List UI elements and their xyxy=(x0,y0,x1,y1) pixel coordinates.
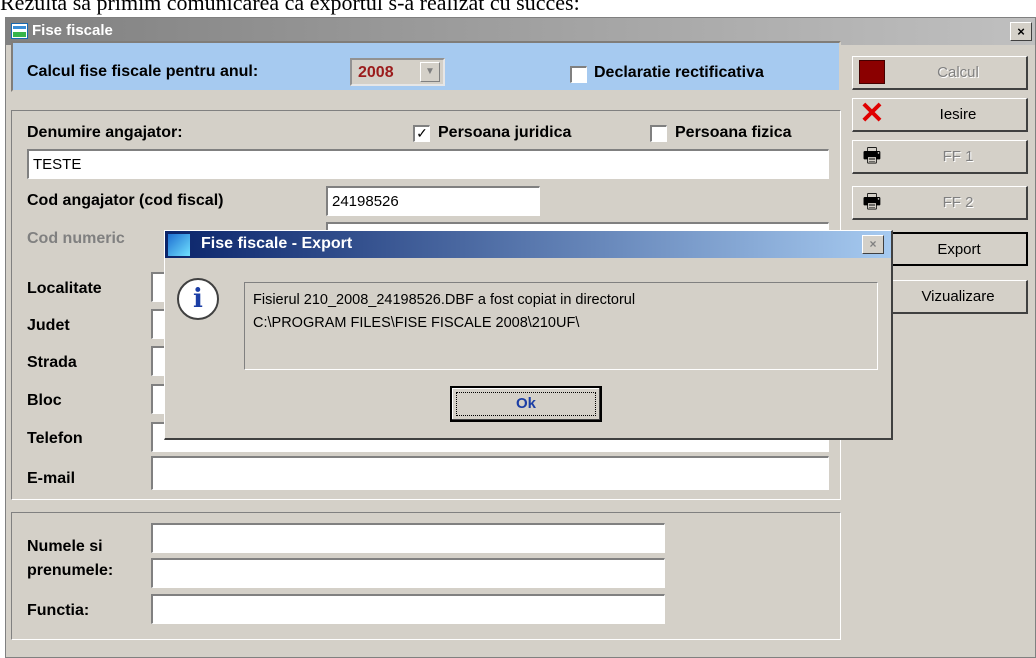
vizualizare-label: Vizualizare xyxy=(921,288,995,305)
fizica-label: Persoana fizica xyxy=(675,124,792,141)
cod-numeric-label: Cod numeric xyxy=(27,230,125,247)
nume-field-2[interactable] xyxy=(151,558,665,588)
printer-icon: 🖶 xyxy=(862,191,882,213)
strada-label: Strada xyxy=(27,354,77,371)
fizica-checkbox[interactable] xyxy=(650,125,667,142)
dialog-message-line-2: C:\PROGRAM FILES\FISE FISCALE 2008\210UF… xyxy=(253,315,580,331)
telefon-label: Telefon xyxy=(27,430,83,447)
document-caption: Rezultă să primim comunicarea că exportu… xyxy=(0,0,580,15)
bloc-label: Bloc xyxy=(27,392,62,409)
exit-x-icon: ✕ xyxy=(859,97,885,130)
printer-icon: 🖶 xyxy=(862,145,882,167)
dialog-close-button[interactable]: × xyxy=(862,235,884,254)
ok-button[interactable]: Ok xyxy=(450,386,602,422)
app-icon xyxy=(11,23,28,39)
rectificativa-label: Declaratie rectificativa xyxy=(594,64,764,81)
ok-label: Ok xyxy=(456,392,596,416)
dialog-app-icon xyxy=(168,234,190,256)
dialog-message-line-1: Fisierul 210_2008_24198526.DBF a fost co… xyxy=(253,292,636,308)
year-select[interactable]: 2008 ▼ xyxy=(350,58,445,86)
iesire-label: Iesire xyxy=(939,106,977,123)
nume-label-2: prenumele: xyxy=(27,562,114,579)
dialog-title: Fise fiscale - Export xyxy=(201,235,353,252)
info-icon: i xyxy=(177,278,219,320)
dialog-message: Fisierul 210_2008_24198526.DBF a fost co… xyxy=(244,282,878,370)
window-title: Fise fiscale xyxy=(32,22,113,39)
employer-name-field[interactable]: TESTE xyxy=(27,149,829,179)
ff1-label: FF 1 xyxy=(942,148,974,165)
localitate-label: Localitate xyxy=(27,280,102,297)
nume-label-1: Numele si xyxy=(27,538,103,555)
functia-field[interactable] xyxy=(151,594,665,624)
year-value: 2008 xyxy=(358,64,394,81)
calcul-button[interactable]: Calcul xyxy=(852,56,1028,90)
nume-field-1[interactable] xyxy=(151,523,665,553)
rectificativa-checkbox[interactable] xyxy=(570,66,587,83)
email-field[interactable] xyxy=(151,456,829,490)
cod-angajator-label: Cod angajator (cod fiscal) xyxy=(27,192,224,209)
calc-year-label: Calcul fise fiscale pentru anul: xyxy=(27,63,259,80)
ff2-button[interactable]: 🖶 FF 2 xyxy=(852,186,1028,220)
judet-label: Judet xyxy=(27,317,70,334)
cod-angajator-field[interactable]: 24198526 xyxy=(326,186,540,216)
window-close-button[interactable]: × xyxy=(1010,22,1032,41)
calculator-icon xyxy=(859,60,885,84)
juridica-checkbox[interactable]: ✓ xyxy=(413,125,430,142)
ff1-button[interactable]: 🖶 FF 1 xyxy=(852,140,1028,174)
dialog-titlebar: Fise fiscale - Export × xyxy=(165,231,891,258)
functia-label: Functia: xyxy=(27,602,90,619)
chevron-down-icon[interactable]: ▼ xyxy=(420,62,440,82)
export-dialog: Fise fiscale - Export × i Fisierul 210_2… xyxy=(164,230,893,440)
employer-name-label: Denumire angajator: xyxy=(27,124,183,141)
ff2-label: FF 2 xyxy=(942,194,974,211)
juridica-label: Persoana juridica xyxy=(438,124,572,141)
email-label: E-mail xyxy=(27,470,76,487)
calcul-label: Calcul xyxy=(937,64,979,81)
export-label: Export xyxy=(937,241,981,258)
iesire-button[interactable]: ✕ Iesire xyxy=(852,98,1028,132)
